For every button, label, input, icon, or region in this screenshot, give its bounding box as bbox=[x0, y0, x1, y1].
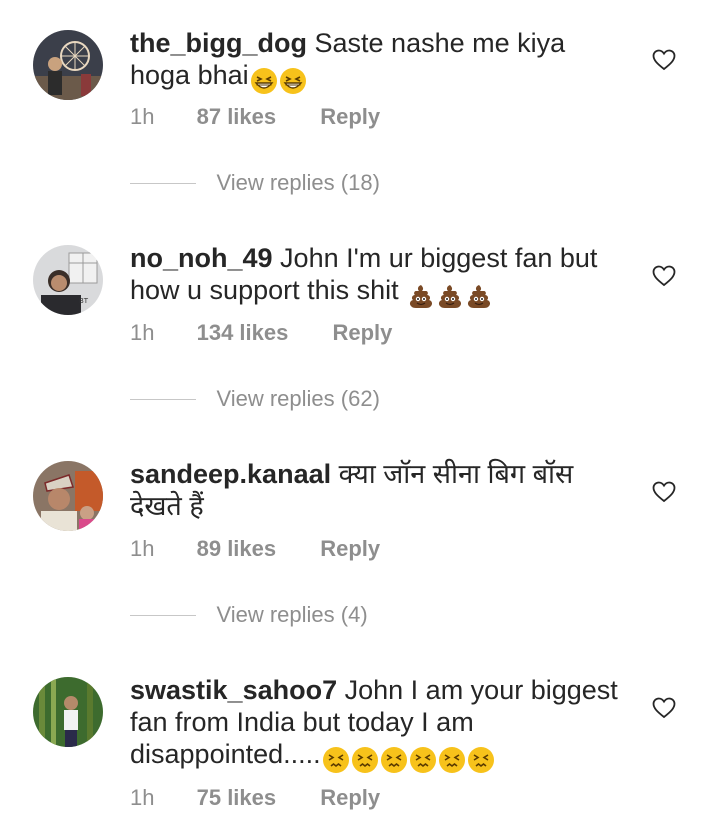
pile-of-poo-icon bbox=[439, 284, 462, 308]
avatar[interactable] bbox=[33, 30, 103, 100]
likes-count[interactable]: 75 likes bbox=[197, 785, 277, 811]
replies-divider bbox=[130, 614, 196, 616]
comment-text: sandeep.kanaal क्या जॉन सीना बिग बॉस देख… bbox=[130, 458, 630, 522]
likes-count[interactable]: 89 likes bbox=[197, 536, 277, 562]
comment-meta: 1h 87 likes Reply bbox=[130, 104, 380, 130]
persevering-face-icon bbox=[409, 746, 436, 773]
pile-of-poo-icon bbox=[410, 284, 433, 308]
reply-button[interactable]: Reply bbox=[320, 785, 380, 811]
heart-icon[interactable] bbox=[652, 49, 676, 71]
comment-time: 1h bbox=[130, 104, 155, 129]
comment-meta: 1h 134 likes Reply bbox=[130, 320, 392, 346]
replies-divider bbox=[130, 182, 196, 184]
comment-meta: 1h 75 likes Reply bbox=[130, 785, 380, 811]
comment-username[interactable]: sandeep.kanaal bbox=[130, 459, 331, 489]
comment-username[interactable]: the_bigg_dog bbox=[130, 28, 307, 58]
persevering-face-icon bbox=[467, 746, 494, 773]
svg-text:BT: BT bbox=[79, 297, 89, 305]
avatar[interactable] bbox=[33, 677, 103, 747]
persevering-face-icon bbox=[322, 746, 349, 773]
comment-time: 1h bbox=[130, 536, 155, 561]
view-replies-button[interactable]: View replies (18) bbox=[130, 170, 380, 200]
comment-text: swastik_sahoo7 John I am your biggest fa… bbox=[130, 674, 630, 774]
view-replies-label: View replies (62) bbox=[216, 386, 380, 411]
heart-icon[interactable] bbox=[652, 265, 676, 287]
reply-button[interactable]: Reply bbox=[320, 104, 380, 130]
avatar[interactable] bbox=[33, 461, 103, 531]
likes-count[interactable]: 87 likes bbox=[197, 104, 277, 130]
grinning-squint-face-icon bbox=[279, 67, 306, 94]
heart-icon[interactable] bbox=[652, 481, 676, 503]
emoji-row bbox=[406, 278, 493, 310]
emoji-row bbox=[321, 742, 495, 774]
pile-of-poo-icon bbox=[468, 284, 491, 308]
reply-button[interactable]: Reply bbox=[332, 320, 392, 346]
grinning-squint-face-icon bbox=[250, 67, 277, 94]
comment-time: 1h bbox=[130, 785, 155, 810]
comment-text: no_noh_49 John I'm ur biggest fan but ho… bbox=[130, 242, 630, 310]
view-replies-button[interactable]: View replies (62) bbox=[130, 386, 380, 416]
comment-meta: 1h 89 likes Reply bbox=[130, 536, 380, 562]
comment-username[interactable]: no_noh_49 bbox=[130, 243, 273, 273]
reply-button[interactable]: Reply bbox=[320, 536, 380, 562]
persevering-face-icon bbox=[380, 746, 407, 773]
heart-icon[interactable] bbox=[652, 697, 676, 719]
comment-text: the_bigg_dog Saste nashe me kiya hoga bh… bbox=[130, 27, 630, 95]
view-replies-button[interactable]: View replies (4) bbox=[130, 602, 368, 632]
view-replies-label: View replies (4) bbox=[216, 602, 368, 627]
likes-count[interactable]: 134 likes bbox=[197, 320, 289, 346]
persevering-face-icon bbox=[438, 746, 465, 773]
persevering-face-icon bbox=[351, 746, 378, 773]
comment-username[interactable]: swastik_sahoo7 bbox=[130, 675, 337, 705]
avatar[interactable]: BT bbox=[33, 245, 103, 315]
emoji-row bbox=[249, 63, 307, 95]
replies-divider bbox=[130, 398, 196, 400]
comment-time: 1h bbox=[130, 320, 155, 345]
view-replies-label: View replies (18) bbox=[216, 170, 380, 195]
